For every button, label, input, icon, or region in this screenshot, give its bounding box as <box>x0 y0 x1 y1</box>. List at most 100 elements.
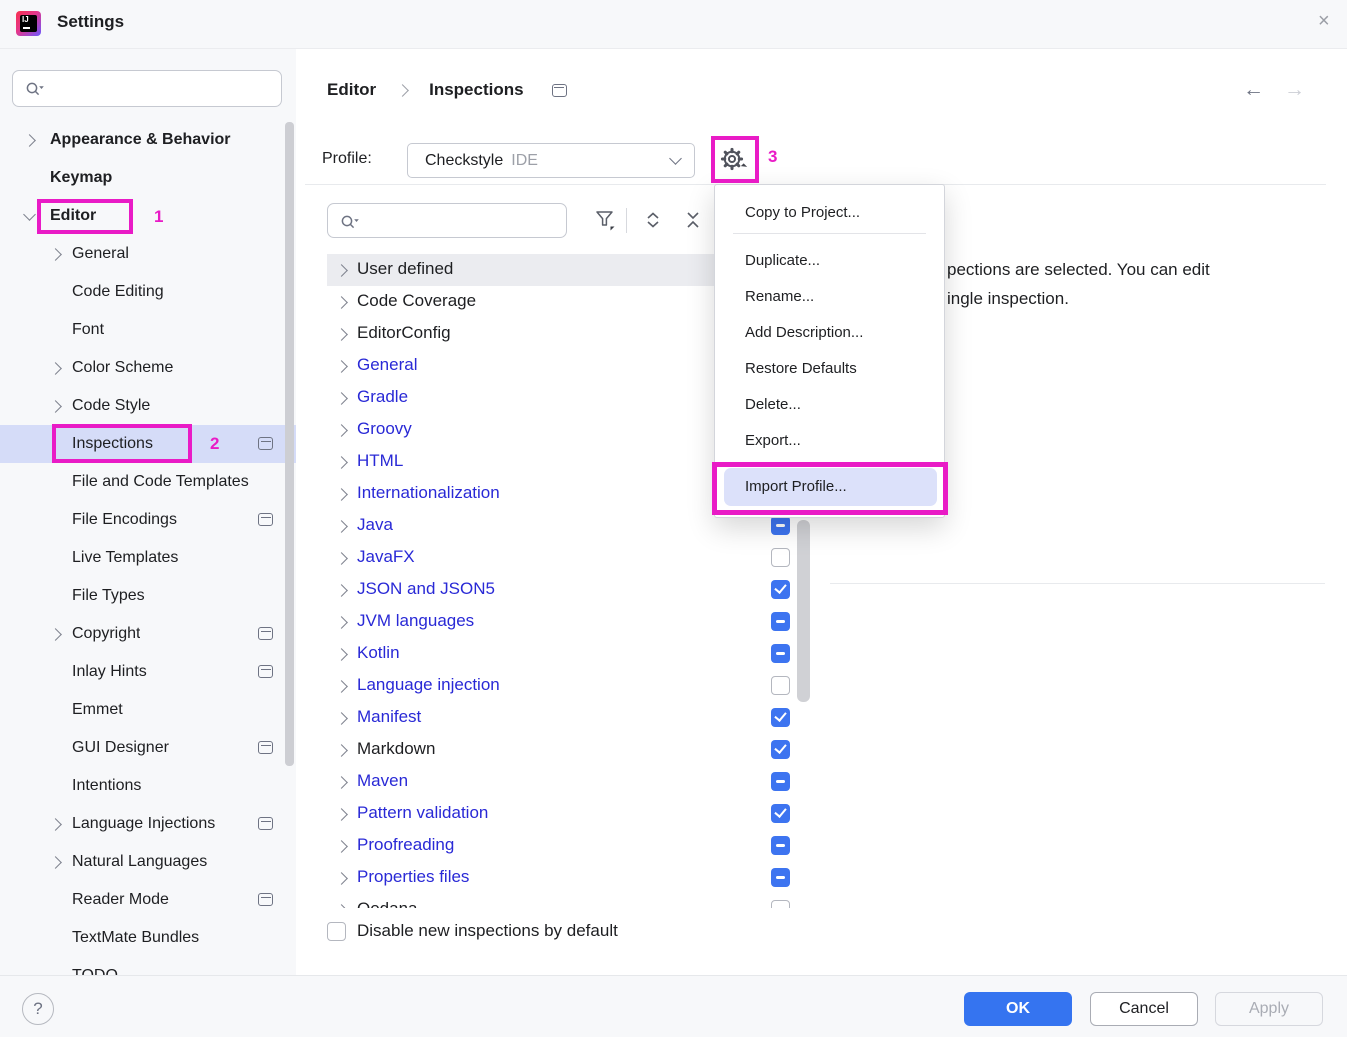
sidebar-item-intentions[interactable]: Intentions <box>0 767 284 805</box>
menu-item-duplicate[interactable]: Duplicate... <box>715 243 944 279</box>
tree-row[interactable]: Properties files <box>327 862 813 894</box>
tree-row[interactable]: JVM languages <box>327 606 813 638</box>
sidebar-item-color-scheme[interactable]: Color Scheme <box>0 349 284 387</box>
filter-button[interactable] <box>592 207 618 233</box>
tree-row[interactable]: Language injection <box>327 670 813 702</box>
disable-new-inspections-row: Disable new inspections by default <box>327 921 618 941</box>
chevron-right-icon[interactable] <box>335 520 348 533</box>
menu-item-export[interactable]: Export... <box>715 423 944 459</box>
checkbox-indeterminate[interactable] <box>771 868 790 887</box>
expand-all-button[interactable] <box>640 207 666 233</box>
sidebar-item-inlay-hints[interactable]: Inlay Hints <box>0 653 284 691</box>
tree-row[interactable]: Manifest <box>327 702 813 734</box>
inspections-search-input[interactable] <box>327 203 567 238</box>
sidebar-item-textmate-bundles[interactable]: TextMate Bundles <box>0 919 284 957</box>
checkbox-indeterminate[interactable] <box>771 612 790 631</box>
ok-button[interactable]: OK <box>964 992 1072 1026</box>
chevron-right-icon[interactable] <box>335 808 348 821</box>
chevron-down-icon[interactable] <box>23 208 36 221</box>
checkbox-indeterminate[interactable] <box>771 516 790 535</box>
collapse-all-button[interactable] <box>680 207 706 233</box>
tree-row[interactable]: JavaFX <box>327 542 813 574</box>
tree-scrollbar[interactable] <box>797 520 810 702</box>
chevron-right-icon[interactable] <box>49 856 62 869</box>
sidebar-item-file-code-templates[interactable]: File and Code Templates <box>0 463 284 501</box>
checkbox-checked[interactable] <box>771 580 790 599</box>
chevron-right-icon[interactable] <box>49 400 62 413</box>
chevron-right-icon[interactable] <box>335 488 348 501</box>
tree-row[interactable]: Proofreading <box>327 830 813 862</box>
sidebar-scrollbar[interactable] <box>285 122 294 766</box>
menu-item-delete[interactable]: Delete... <box>715 387 944 423</box>
sidebar-item-keymap[interactable]: Keymap <box>0 159 284 197</box>
checkbox-empty[interactable] <box>327 922 346 941</box>
profile-dropdown[interactable]: Checkstyle IDE <box>407 143 695 178</box>
sidebar-item-copyright[interactable]: Copyright <box>0 615 284 653</box>
sidebar-item-file-encodings[interactable]: File Encodings <box>0 501 284 539</box>
back-arrow-icon[interactable]: ← <box>1243 78 1264 102</box>
chevron-right-icon[interactable] <box>335 392 348 405</box>
checkbox-indeterminate[interactable] <box>771 772 790 791</box>
sidebar-item-general[interactable]: General <box>0 235 284 273</box>
tree-row[interactable]: Kotlin <box>327 638 813 670</box>
checkbox-empty[interactable] <box>771 548 790 567</box>
menu-item-copy-to-project[interactable]: Copy to Project... <box>715 195 944 231</box>
chevron-right-icon[interactable] <box>335 616 348 629</box>
chevron-right-icon[interactable] <box>335 552 348 565</box>
chevron-right-icon[interactable] <box>23 134 36 147</box>
chevron-right-icon[interactable] <box>49 818 62 831</box>
sidebar-item-gui-designer[interactable]: GUI Designer <box>0 729 284 767</box>
menu-item-rename[interactable]: Rename... <box>715 279 944 315</box>
chevron-right-icon[interactable] <box>335 712 348 725</box>
sidebar-item-natural-languages[interactable]: Natural Languages <box>0 843 284 881</box>
chevron-right-icon[interactable] <box>335 584 348 597</box>
annotation-box-1 <box>37 199 133 234</box>
chevron-right-icon[interactable] <box>49 248 62 261</box>
help-button[interactable]: ? <box>22 993 54 1025</box>
tree-row[interactable]: Qodana <box>327 894 813 908</box>
chevron-right-icon[interactable] <box>335 680 348 693</box>
sidebar-item-language-injections[interactable]: Language Injections <box>0 805 284 843</box>
chevron-right-icon[interactable] <box>335 424 348 437</box>
close-icon[interactable]: × <box>1318 10 1330 33</box>
checkbox-checked[interactable] <box>771 740 790 759</box>
sidebar-item-code-style[interactable]: Code Style <box>0 387 284 425</box>
sidebar-item-reader-mode[interactable]: Reader Mode <box>0 881 284 919</box>
chevron-right-icon[interactable] <box>335 744 348 757</box>
menu-item-add-description[interactable]: Add Description... <box>715 315 944 351</box>
chevron-right-icon[interactable] <box>335 840 348 853</box>
breadcrumb-editor[interactable]: Editor <box>327 80 376 100</box>
tree-row[interactable]: Pattern validation <box>327 798 813 830</box>
sidebar-item-file-types[interactable]: File Types <box>0 577 284 615</box>
checkbox-checked[interactable] <box>771 804 790 823</box>
cancel-button[interactable]: Cancel <box>1090 992 1198 1026</box>
pane-icon <box>258 817 273 830</box>
chevron-right-icon[interactable] <box>49 628 62 641</box>
sidebar-item-todo[interactable]: TODO <box>0 957 284 975</box>
chevron-right-icon[interactable] <box>335 360 348 373</box>
chevron-right-icon[interactable] <box>335 648 348 661</box>
checkbox-indeterminate[interactable] <box>771 644 790 663</box>
chevron-right-icon[interactable] <box>335 296 348 309</box>
menu-item-restore-defaults[interactable]: Restore Defaults <box>715 351 944 387</box>
tree-row[interactable]: Markdown <box>327 734 813 766</box>
sidebar-item-code-editing[interactable]: Code Editing <box>0 273 284 311</box>
chevron-right-icon[interactable] <box>335 328 348 341</box>
sidebar-item-font[interactable]: Font <box>0 311 284 349</box>
sidebar-item-appearance-behavior[interactable]: Appearance & Behavior <box>0 121 284 159</box>
chevron-right-icon[interactable] <box>335 904 348 908</box>
settings-search-input[interactable] <box>12 70 282 107</box>
chevron-right-icon[interactable] <box>335 456 348 469</box>
chevron-right-icon[interactable] <box>49 362 62 375</box>
checkbox-checked[interactable] <box>771 708 790 727</box>
tree-row[interactable]: Maven <box>327 766 813 798</box>
chevron-right-icon[interactable] <box>335 776 348 789</box>
checkbox-indeterminate[interactable] <box>771 836 790 855</box>
checkbox-empty[interactable] <box>771 900 790 908</box>
chevron-right-icon[interactable] <box>335 872 348 885</box>
chevron-right-icon[interactable] <box>335 264 348 277</box>
sidebar-item-live-templates[interactable]: Live Templates <box>0 539 284 577</box>
checkbox-empty[interactable] <box>771 676 790 695</box>
tree-row[interactable]: JSON and JSON5 <box>327 574 813 606</box>
sidebar-item-emmet[interactable]: Emmet <box>0 691 284 729</box>
